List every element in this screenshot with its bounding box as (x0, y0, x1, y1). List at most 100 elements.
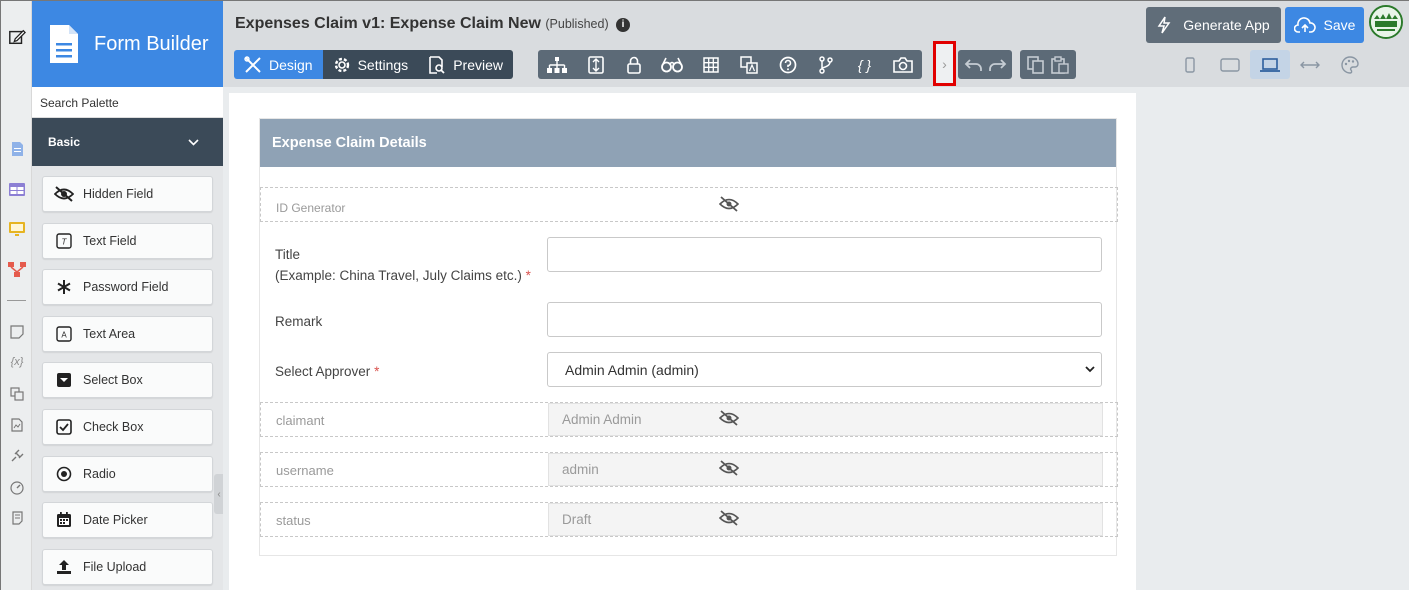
claimant-label: claimant (276, 413, 325, 428)
translate-icon[interactable] (8, 385, 26, 403)
form-icon[interactable] (8, 140, 26, 158)
form-builder-logo-icon (50, 25, 78, 63)
required-marker: * (374, 364, 380, 379)
tab-preview[interactable]: Preview (418, 50, 513, 79)
palette-item-label: Hidden Field (83, 187, 154, 201)
username-field[interactable]: username admin (260, 452, 1118, 487)
username-value: admin (548, 453, 1103, 486)
id-generator-field[interactable]: ID Generator (260, 187, 1118, 222)
eye-slash-icon (719, 410, 739, 426)
palette-item-label: Select Box (83, 373, 143, 388)
process-icon[interactable] (8, 260, 26, 278)
text-area-icon: A (54, 325, 74, 343)
remark-input[interactable] (547, 302, 1102, 337)
palette-item-text-area[interactable]: A Text Area (42, 315, 213, 352)
mobile-view-icon[interactable] (1170, 50, 1210, 79)
palette-section-label: Basic (48, 135, 81, 149)
text-field-icon: T (54, 232, 74, 250)
merge-icon[interactable] (576, 50, 614, 79)
id-generator-label: ID Generator (276, 201, 346, 215)
form-title: Expenses Claim v1: Expense Claim New (235, 15, 541, 32)
laptop-view-icon[interactable] (1250, 50, 1290, 79)
save-button[interactable]: Save (1285, 7, 1364, 43)
search-palette-input[interactable]: Search Palette (32, 87, 223, 118)
approver-label: Select Approver * (275, 364, 380, 379)
generate-app-button[interactable]: Generate App (1146, 7, 1281, 43)
device-preview-switcher (1170, 50, 1370, 79)
help-icon[interactable] (768, 50, 806, 79)
radio-icon (54, 465, 74, 483)
translate-icon[interactable] (730, 50, 768, 79)
title-hint: (Example: China Travel, July Claims etc.… (275, 268, 531, 283)
undo-icon[interactable] (964, 57, 984, 73)
approver-selected-value: Admin Admin (admin) (565, 361, 699, 378)
userview-icon[interactable] (8, 220, 26, 238)
edit-icon[interactable] (8, 28, 26, 46)
calendar-icon (54, 511, 74, 529)
tree-icon[interactable] (538, 50, 576, 79)
palette-item-check-box[interactable]: Check Box (42, 408, 213, 445)
info-icon[interactable]: i (616, 18, 631, 32)
top-toolbar: Expenses Claim v1: Expense Claim New (Pu… (223, 1, 1409, 87)
notes-icon[interactable] (8, 323, 26, 341)
claimant-field[interactable]: claimant Admin Admin (260, 402, 1118, 437)
palette-item-radio[interactable]: Radio (42, 455, 213, 492)
title-field: Title (Example: China Travel, July Claim… (260, 237, 1118, 297)
publish-status: (Published) (545, 17, 609, 31)
avatar[interactable] (1369, 5, 1403, 39)
logs-icon[interactable] (8, 509, 26, 527)
tab-settings[interactable]: Settings (322, 50, 419, 79)
palette-item-date-picker[interactable]: Date Picker (42, 502, 213, 539)
palette-item-password-field[interactable]: Password Field (42, 269, 213, 306)
eye-slash-icon (54, 185, 74, 203)
palette-item-select-box[interactable]: Select Box (42, 362, 213, 399)
upload-icon (54, 558, 74, 576)
redo-icon[interactable] (987, 57, 1007, 73)
palette-theme-icon[interactable] (1330, 50, 1370, 79)
form-section[interactable]: Expense Claim Details ID Generator Title… (259, 118, 1118, 556)
cloud-upload-icon (1293, 17, 1316, 33)
palette-panel: Form Builder Search Palette Basic Hidden… (32, 1, 223, 590)
plugin-icon[interactable] (8, 447, 26, 465)
form-canvas: Expense Claim Details ID Generator Title… (223, 87, 1409, 590)
tablet-view-icon[interactable] (1210, 50, 1250, 79)
status-field[interactable]: status Draft (260, 502, 1118, 537)
palette-item-label: Check Box (83, 419, 144, 434)
variables-icon[interactable]: {x} (8, 353, 26, 371)
binoculars-icon[interactable] (653, 50, 691, 79)
palette-item-label: Password Field (83, 280, 169, 295)
tab-label: Preview (453, 56, 503, 73)
palette-section-basic[interactable]: Basic (32, 118, 223, 166)
tab-design[interactable]: Design (234, 50, 323, 79)
status-value: Draft (548, 503, 1103, 536)
eye-slash-icon (719, 460, 739, 476)
grid-icon[interactable] (692, 50, 730, 79)
eye-slash-icon (719, 510, 739, 526)
braces-icon[interactable]: { } (845, 50, 883, 79)
palette-item-label: Text Area (83, 326, 136, 341)
approver-select[interactable]: Admin Admin (admin) (547, 352, 1102, 387)
palette-item-text-field[interactable]: T Text Field (42, 222, 213, 259)
lock-icon[interactable] (615, 50, 653, 79)
paste-icon[interactable] (1051, 55, 1069, 74)
performance-icon[interactable] (8, 479, 26, 497)
chevron-down-icon (188, 138, 199, 146)
branch-icon[interactable] (807, 50, 845, 79)
palette-item-file-upload[interactable]: File Upload (42, 548, 213, 585)
full-width-icon[interactable] (1290, 50, 1330, 79)
checkbox-icon (54, 418, 74, 436)
report-icon[interactable] (8, 416, 26, 434)
gear-icon (334, 57, 349, 72)
claimant-value: Admin Admin (548, 403, 1103, 436)
palette-item-label: Radio (83, 466, 116, 481)
datalist-icon[interactable] (8, 180, 26, 198)
camera-icon[interactable] (884, 50, 922, 79)
copy-paste-group (1020, 50, 1076, 79)
required-marker: * (525, 268, 531, 283)
copy-icon[interactable] (1027, 55, 1045, 74)
section-title: Expense Claim Details (260, 119, 1116, 167)
toolbar-more-button[interactable]: › (933, 41, 956, 86)
title-input[interactable] (547, 237, 1102, 272)
chevron-down-icon (1085, 366, 1095, 373)
palette-item-hidden-field[interactable]: Hidden Field (42, 176, 213, 212)
